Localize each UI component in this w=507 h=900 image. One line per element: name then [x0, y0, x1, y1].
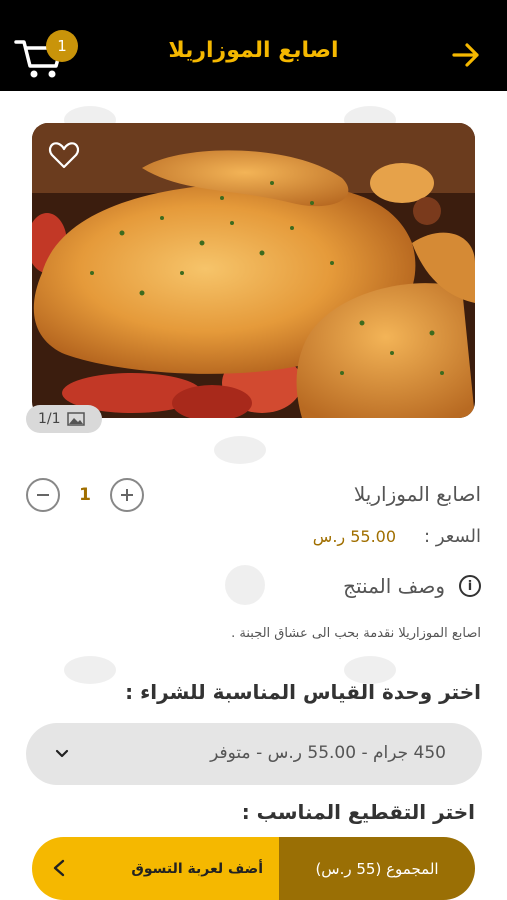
quantity-stepper: 1: [26, 477, 144, 513]
back-arrow-icon[interactable]: [451, 40, 481, 70]
gallery-icon: [66, 412, 85, 426]
decrease-button[interactable]: [26, 478, 60, 512]
minus-icon: [37, 494, 49, 496]
watermark-meat-icon: [214, 436, 266, 464]
cut-type-heading: اختر التقطيع المناسب :: [241, 800, 475, 824]
app-header: اصابع الموزاريلا 1: [0, 0, 507, 91]
image-counter-text: 1/1: [38, 411, 61, 427]
product-description: اصابع الموزاريلا نقدمة بحب الى عشاق الجب…: [231, 626, 481, 641]
chevron-left-icon: [53, 859, 65, 877]
measure-unit-select[interactable]: 450 جرام - 55.00 ر.س - متوفر: [26, 723, 482, 785]
checkout-bar: أضف لعربة التسوق المجموع (55 ر.س): [32, 837, 475, 900]
watermark-fish-icon: [225, 565, 265, 605]
info-icon: i: [459, 575, 481, 597]
add-to-cart-button[interactable]: أضف لعربة التسوق: [32, 837, 279, 900]
plus-icon: [121, 489, 133, 501]
cart-count-badge: 1: [46, 30, 78, 62]
measure-unit-selected: 450 جرام - 55.00 ر.س - متوفر: [210, 743, 446, 763]
favorite-heart-icon[interactable]: [48, 140, 80, 170]
product-image[interactable]: [32, 123, 475, 418]
price-value: 55.00 ر.س: [312, 527, 397, 546]
watermark-meat-icon: [64, 656, 116, 684]
cart-total: المجموع (55 ر.س): [279, 837, 475, 900]
measure-unit-heading: اختر وحدة القياس المناسبة للشراء :: [125, 680, 481, 704]
price-row: السعر : 55.00 ر.س: [313, 526, 481, 547]
add-to-cart-label: أضف لعربة التسوق: [131, 860, 263, 877]
price-label: السعر :: [424, 526, 481, 547]
description-header: i وصف المنتج: [343, 574, 481, 598]
image-counter: 1/1: [26, 405, 102, 433]
product-name: اصابع الموزاريلا: [353, 482, 481, 506]
description-title: وصف المنتج: [343, 574, 445, 598]
quantity-value: 1: [79, 485, 91, 505]
increase-button[interactable]: [110, 478, 144, 512]
chevron-down-icon: [55, 749, 69, 758]
